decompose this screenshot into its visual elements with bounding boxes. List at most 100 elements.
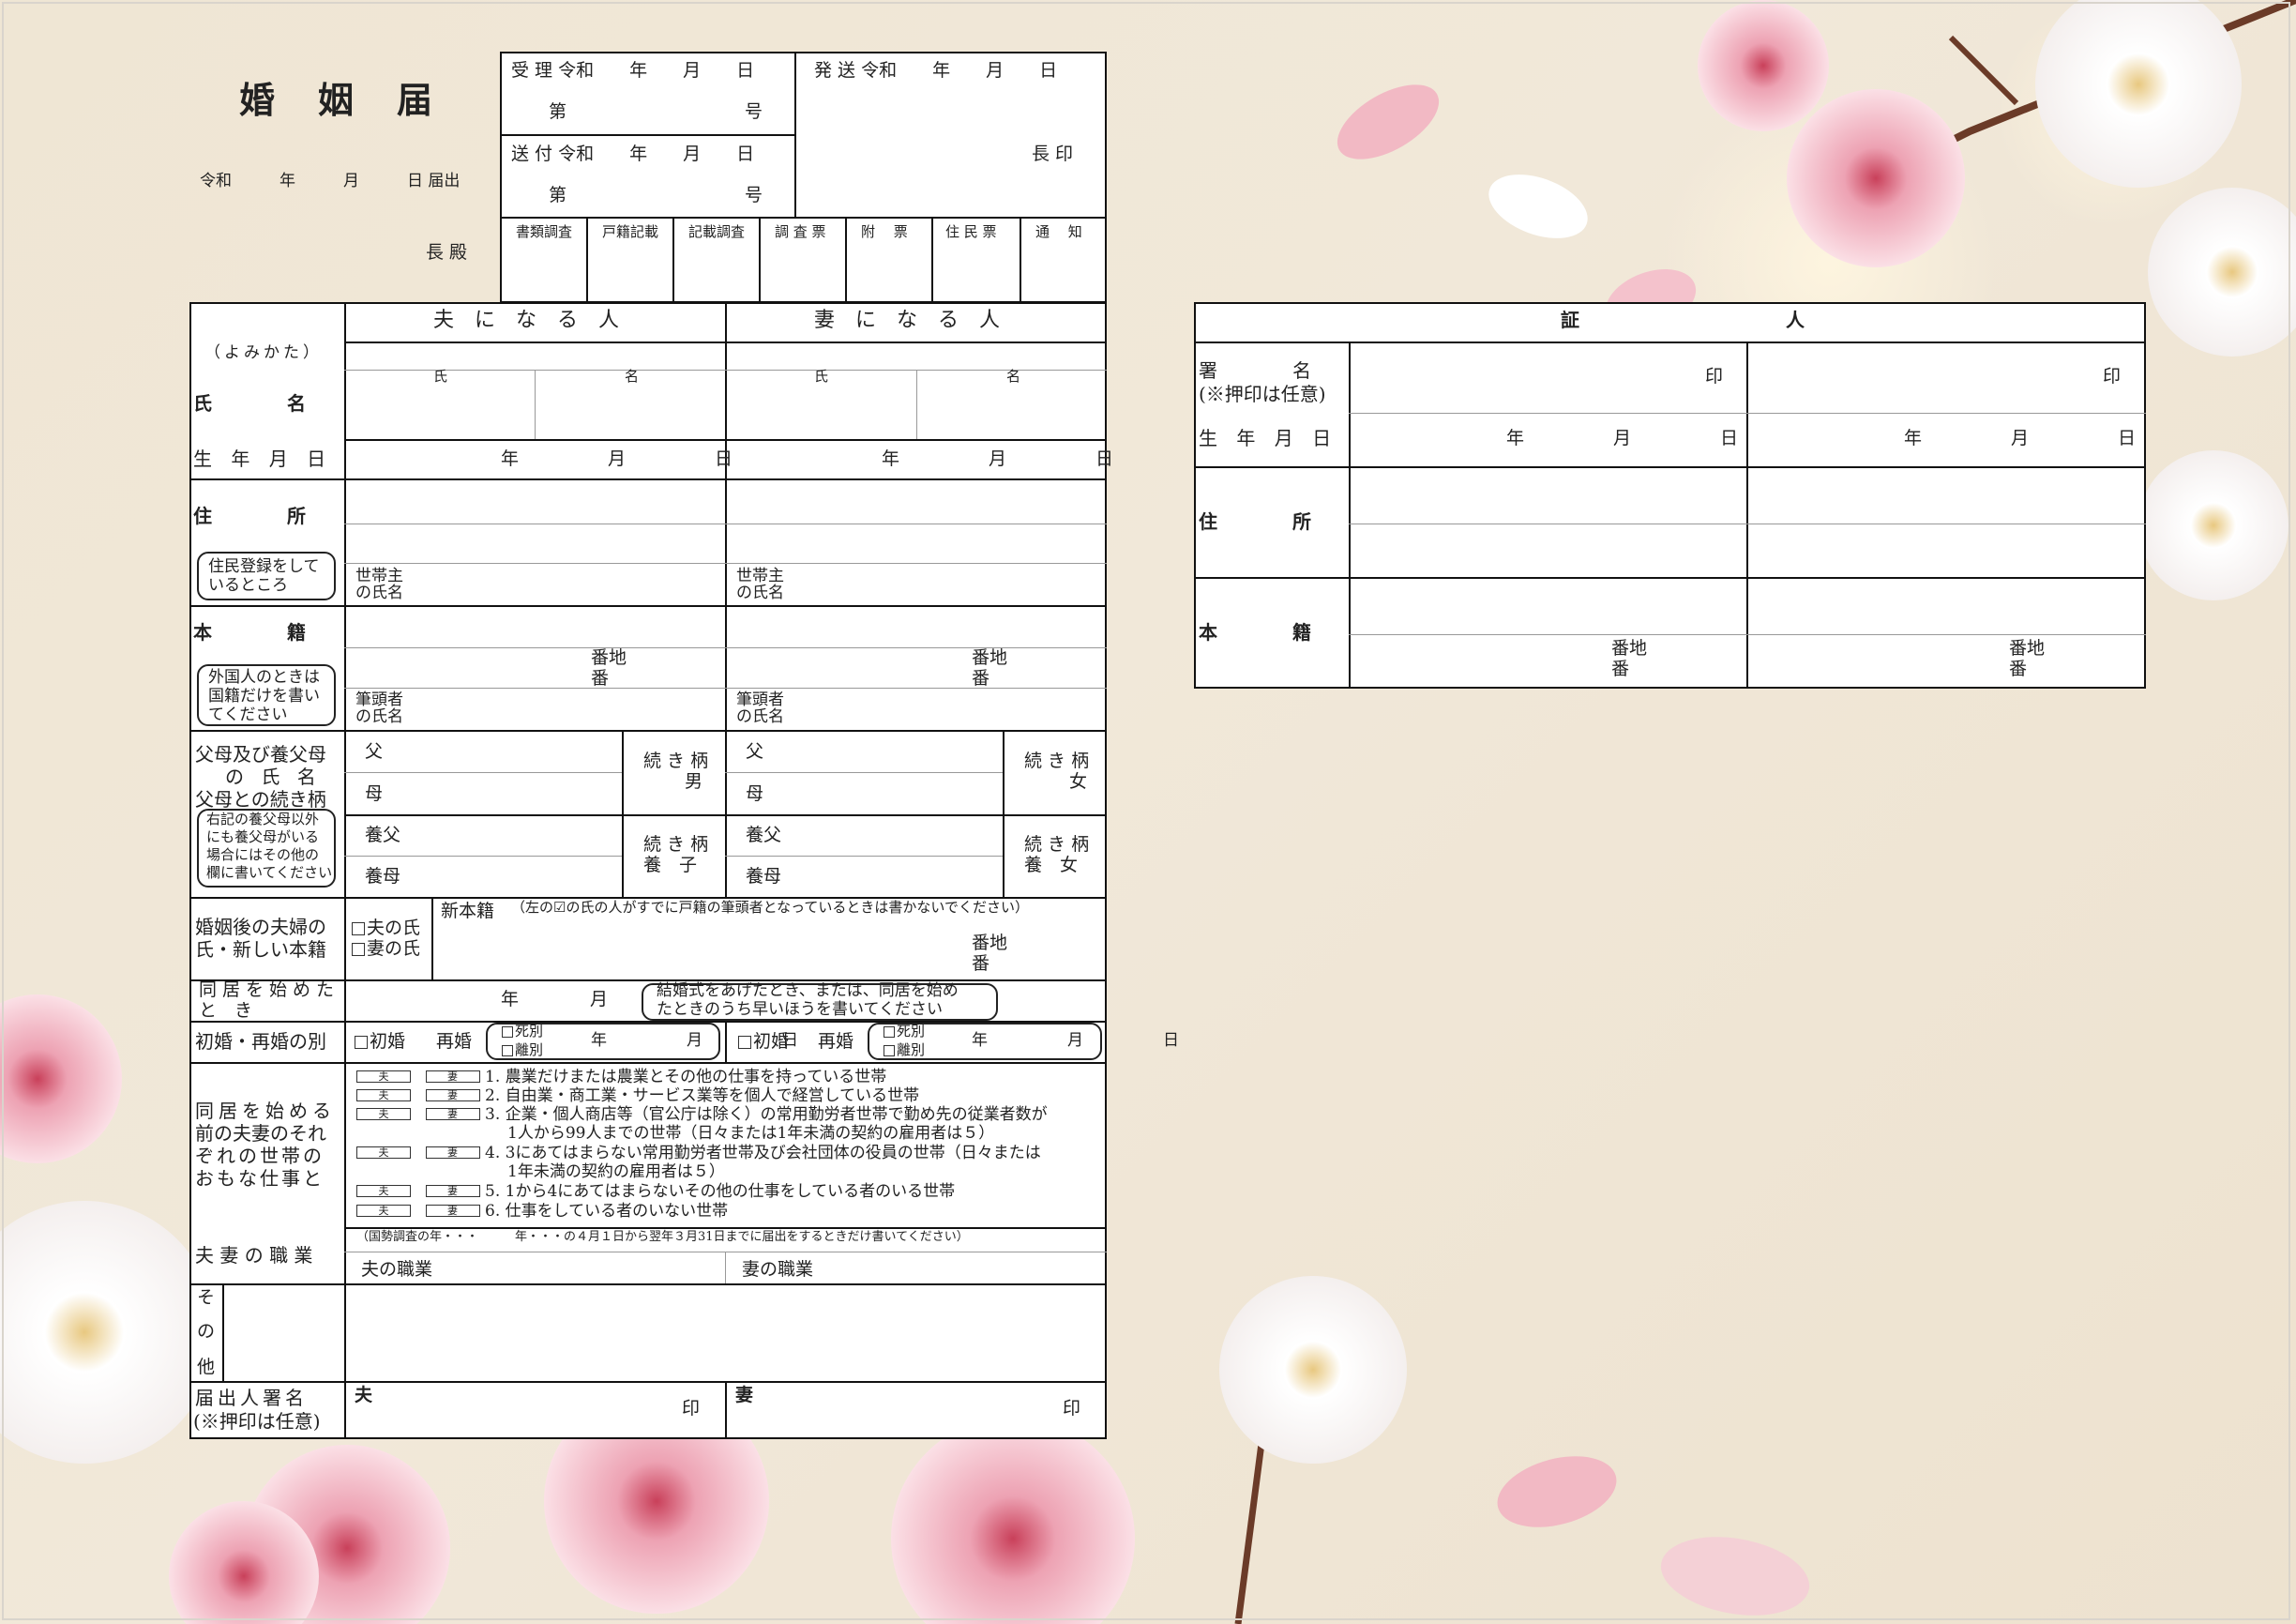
- cohabit-ym: 年 月: [501, 989, 609, 1009]
- husband-adopt-relation-label: 続 き 柄: [643, 834, 709, 855]
- parents-note-line1: 右記の養父母以外: [206, 811, 320, 827]
- new-domicile-label: 新本籍: [441, 901, 495, 921]
- husband-lot-label-1: 番地: [591, 647, 627, 668]
- wife-head-label-2: の氏名: [736, 707, 784, 726]
- birth-label: 生 年 月 日: [193, 448, 333, 470]
- husband-adoptive-mother-label: 養母: [365, 866, 401, 887]
- work-item-5: 5. 1から4にあてはまらないその他の仕事をしている者のいる世帯: [485, 1182, 956, 1201]
- parents-note-line4: 欄に書いてください: [206, 864, 333, 881]
- check-documents: 書類調査: [516, 223, 573, 240]
- check-survey-sheet: 調 査 票: [775, 223, 826, 240]
- office-sent-number: 第 号: [549, 185, 763, 205]
- work-item-4: 4. 3にあてはまらない常用勤労者世帯及び会社団体の役員の世帯（日々または: [485, 1144, 1041, 1162]
- work-row-5-boxes[interactable]: 夫 妻: [356, 1185, 480, 1197]
- form-title: 婚 姻 届: [239, 79, 437, 121]
- wife-header: 妻 に な る 人: [814, 309, 1001, 332]
- witness1-birth-ymd: 年 月 日: [1506, 428, 1739, 448]
- wife-seal: 印: [1063, 1398, 1081, 1419]
- witness2-seal: 印: [2103, 366, 2122, 387]
- wife-mother-label: 母: [746, 783, 764, 804]
- other-label-2: の: [197, 1321, 216, 1342]
- work-row-2-boxes[interactable]: 夫 妻: [356, 1089, 480, 1101]
- wife-first-marriage-option[interactable]: 初婚: [738, 1033, 789, 1051]
- work-row-3-boxes[interactable]: 夫 妻: [356, 1108, 480, 1120]
- witness2-lot-2: 番: [2009, 659, 2028, 679]
- date-line: 令和 年 月 日 届出: [200, 172, 461, 190]
- husband-first-marriage-option[interactable]: 初婚: [355, 1033, 405, 1051]
- wife-surname-caption: 氏: [814, 368, 829, 385]
- wife-adoptive-father-label: 養父: [746, 825, 782, 845]
- wife-householder-label-1: 世帯主: [736, 567, 784, 585]
- wife-surname-option[interactable]: 妻の氏: [352, 940, 420, 958]
- witness-birth-label: 生 年 月 日: [1199, 427, 1338, 449]
- wife-relation-label: 続 き 柄: [1024, 751, 1090, 771]
- work-item-3-cont: 1人から99人までの世帯（日々または1年未満の契約の雇用者は５）: [507, 1124, 995, 1143]
- wife-remarriage-ymd: 年 月 日: [972, 1031, 1179, 1050]
- work-row-4-boxes[interactable]: 夫 妻: [356, 1146, 480, 1159]
- work-row-1-boxes[interactable]: 夫 妻: [356, 1070, 480, 1083]
- other-label-1: そ: [197, 1287, 216, 1308]
- husband-relation-value: 男: [685, 771, 703, 792]
- address-note-line2: いるところ: [208, 576, 288, 595]
- wife-job-label: 妻の職業: [742, 1259, 814, 1280]
- office-chief-seal: 長 印: [1032, 144, 1074, 164]
- wife-divorce-option[interactable]: 離別: [884, 1043, 925, 1057]
- witness-address-label: 住 所: [1199, 510, 1311, 533]
- wife-given-caption: 名: [1006, 368, 1021, 385]
- husband-relation-label: 続 き 柄: [643, 751, 709, 771]
- office-received-number: 第 号: [549, 101, 763, 122]
- husband-surname-option[interactable]: 夫の氏: [352, 919, 420, 937]
- husband-birth-ymd: 年 月 日: [501, 448, 733, 469]
- address-label: 住 所: [193, 505, 306, 527]
- wife-head-label-1: 筆頭者: [736, 691, 784, 709]
- work-row-6-boxes[interactable]: 夫 妻: [356, 1205, 480, 1217]
- check-registry-entry: 戸籍記載: [602, 223, 659, 240]
- husband-divorce-option[interactable]: 離別: [502, 1043, 543, 1057]
- husband-death-option[interactable]: 死別: [502, 1024, 543, 1039]
- wife-remarriage-label: 再婚: [818, 1031, 854, 1052]
- husband-given-caption: 名: [625, 368, 640, 385]
- job-label: 夫 妻 の 職 業: [195, 1244, 313, 1267]
- check-entry-review: 記載調査: [688, 223, 746, 240]
- wife-adoptive-mother-label: 養母: [746, 866, 782, 887]
- witness1-seal: 印: [1705, 366, 1724, 387]
- cohabit-note-1: 結婚式をあげたとき、または、同居を始め: [657, 981, 959, 1000]
- occupation-label-3: ぞれの世帯の: [195, 1145, 325, 1167]
- parents-note-line3: 場合にはその他の: [206, 846, 320, 863]
- work-item-1: 1. 農業だけまたは農業とその他の仕事を持っている世帯: [485, 1068, 887, 1086]
- wife-death-option[interactable]: 死別: [884, 1024, 925, 1039]
- husband-lot-label-2: 番: [591, 668, 610, 689]
- witness2-birth-ymd: 年 月 日: [1904, 428, 2137, 448]
- husband-adoptive-father-label: 養父: [365, 825, 401, 845]
- office-received: 受 理 令和 年 月 日: [511, 60, 755, 81]
- wife-adopt-relation-label: 続 き 柄: [1024, 834, 1090, 855]
- parents-label-line2: の 氏 名: [225, 766, 322, 788]
- office-sent: 送 付 令和 年 月 日: [511, 144, 755, 164]
- parents-note-line2: にも養父母がいる: [206, 828, 320, 845]
- new-domicile-note: （左の☑の氏の人がすでに戸籍の筆頭者となっているときは書かないでください）: [511, 899, 1029, 916]
- wife-relation-value: 女: [1069, 771, 1088, 792]
- work-item-2: 2. 自由業・商工業・サービス業等を個人で経営している世帯: [485, 1086, 920, 1105]
- domicile-note-line3: てください: [208, 706, 288, 724]
- wife-father-label: 父: [746, 741, 764, 762]
- after-marriage-label-1: 婚姻後の夫婦の: [195, 916, 326, 938]
- occupation-label-4: おもな仕事と: [195, 1167, 325, 1190]
- husband-mother-label: 母: [365, 783, 384, 804]
- census-note: （国勢調査の年・・・ 年・・・の４月１日から翌年３月31日までに届出をするときだ…: [356, 1230, 969, 1244]
- wife-birth-ymd: 年 月 日: [882, 448, 1114, 469]
- office-box: [500, 52, 1107, 303]
- husband-remarriage-label: 再婚: [436, 1031, 473, 1052]
- check-resident-card: 住 民 票: [945, 223, 997, 240]
- husband-job-label: 夫の職業: [361, 1259, 433, 1280]
- office-dispatched: 発 送 令和 年 月 日: [814, 60, 1058, 81]
- wife-lot-label-2: 番: [972, 668, 990, 689]
- witness-sign-label-2: (※押印は任意): [1199, 383, 1326, 405]
- husband-surname-caption: 氏: [433, 368, 448, 385]
- husband-householder-label-1: 世帯主: [355, 567, 403, 585]
- reading-label: （よみかた）: [204, 343, 323, 362]
- work-item-4-cont: 1年未満の契約の雇用者は５）: [507, 1162, 725, 1181]
- domicile-note-line2: 国籍だけを書い: [208, 687, 320, 706]
- parents-label-line1: 父母及び養父母: [195, 743, 326, 766]
- wife-signature-label: 妻: [735, 1385, 754, 1405]
- occupation-label-1: 同居を始める: [195, 1100, 336, 1122]
